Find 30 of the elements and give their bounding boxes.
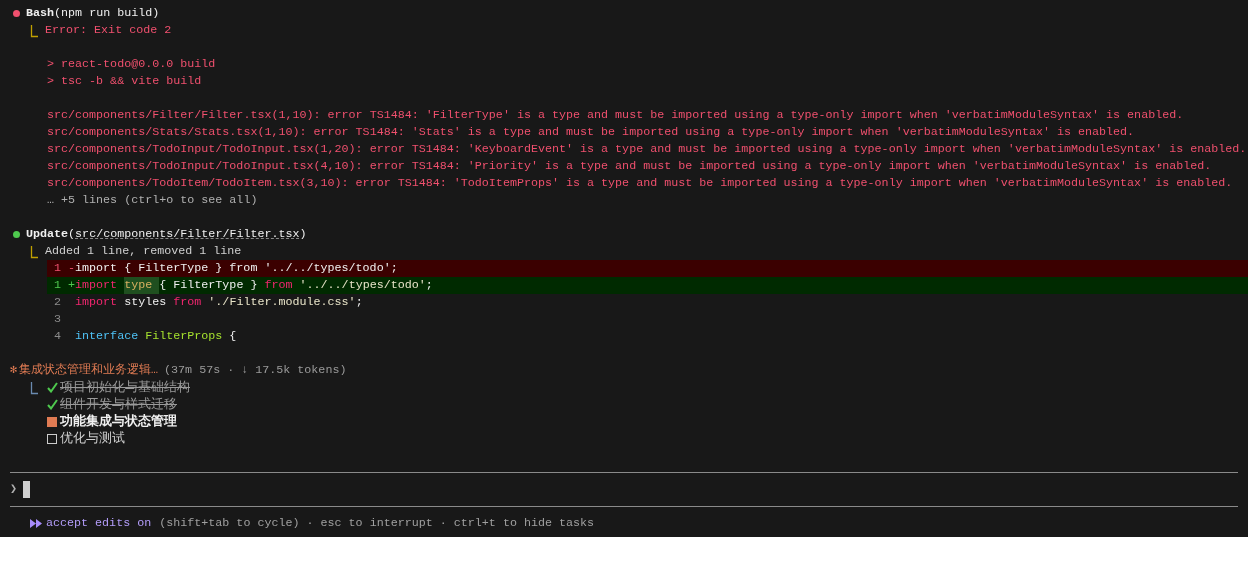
todo-item: 组件开发与样式迁移 xyxy=(60,396,177,413)
spinner-icon: ✻ xyxy=(10,362,18,379)
branch-icon xyxy=(30,23,39,38)
error-line: src/components/TodoItem/TodoItem.tsx(3,10): error TS1484: 'TodoItemProps' is a type and must be imported using a type-only import when 'verbatimModuleSyntax' is enabled. xyxy=(46,175,1234,192)
text-cursor xyxy=(23,481,31,498)
diff-line: 2 import styles from './Filter.module.css'; xyxy=(53,294,364,311)
output-line: > react-todo@0.0.0 build xyxy=(46,56,217,73)
branch-icon xyxy=(30,380,39,395)
todo-item: 优化与测试 xyxy=(60,430,125,447)
diff-line: 4 interface FilterProps { xyxy=(53,328,238,345)
error-line: src/components/Stats/Stats.tsx(1,10): error TS1484: 'Stats' is a type and must be imported using a type-only import when 'verbatimModuleSyntax' is enabled. xyxy=(46,124,1136,141)
prompt-symbol: ❯ xyxy=(10,481,18,498)
tool-call-title: Bash(npm run build) xyxy=(26,5,160,22)
mode-indicator[interactable]: accept edits on xyxy=(46,515,152,532)
error-line: src/components/TodoInput/TodoInput.tsx(1,20): error TS1484: 'KeyboardEvent' is a type and must be imported using a type-only import when 'verbatimModuleSyntax' is enabled. xyxy=(46,141,1248,158)
tool-call-title: Update(src/components/Filter/Filter.tsx) xyxy=(26,226,307,243)
task-meta: (37m 57s · ↓ 17.5k tokens) xyxy=(164,362,347,379)
footer-hint: (shift+tab to cycle) · esc to interrupt · ctrl+t to hide tasks xyxy=(159,515,595,532)
error-line: src/components/TodoInput/TodoInput.tsx(4,10): error TS1484: 'Priority' is a type and must be imported using a type-only import when 'verbatimModuleSyntax' is enabled. xyxy=(46,158,1213,175)
todo-item: 功能集成与状态管理 xyxy=(60,413,177,430)
error-line: src/components/Filter/Filter.tsx(1,10): error TS1484: 'FilterType' is a type and must be imported using a type-only import when 'verbatimModuleSyntax' is enabled. xyxy=(46,107,1185,124)
prompt-input[interactable]: ❯ xyxy=(0,473,1248,506)
error-message: Error: Exit code 2 xyxy=(45,22,172,39)
more-lines-hint: … +5 lines (ctrl+o to see all) xyxy=(46,192,259,209)
branch-icon xyxy=(30,244,39,259)
todo-item: 项目初始化与基础结构 xyxy=(60,379,190,396)
diff-line: 3 xyxy=(53,311,62,328)
diff-summary: Added 1 line, removed 1 line xyxy=(45,243,242,260)
output-line: > tsc -b && vite build xyxy=(46,73,203,90)
task-title: 集成状态管理和业务逻辑… xyxy=(19,362,159,379)
